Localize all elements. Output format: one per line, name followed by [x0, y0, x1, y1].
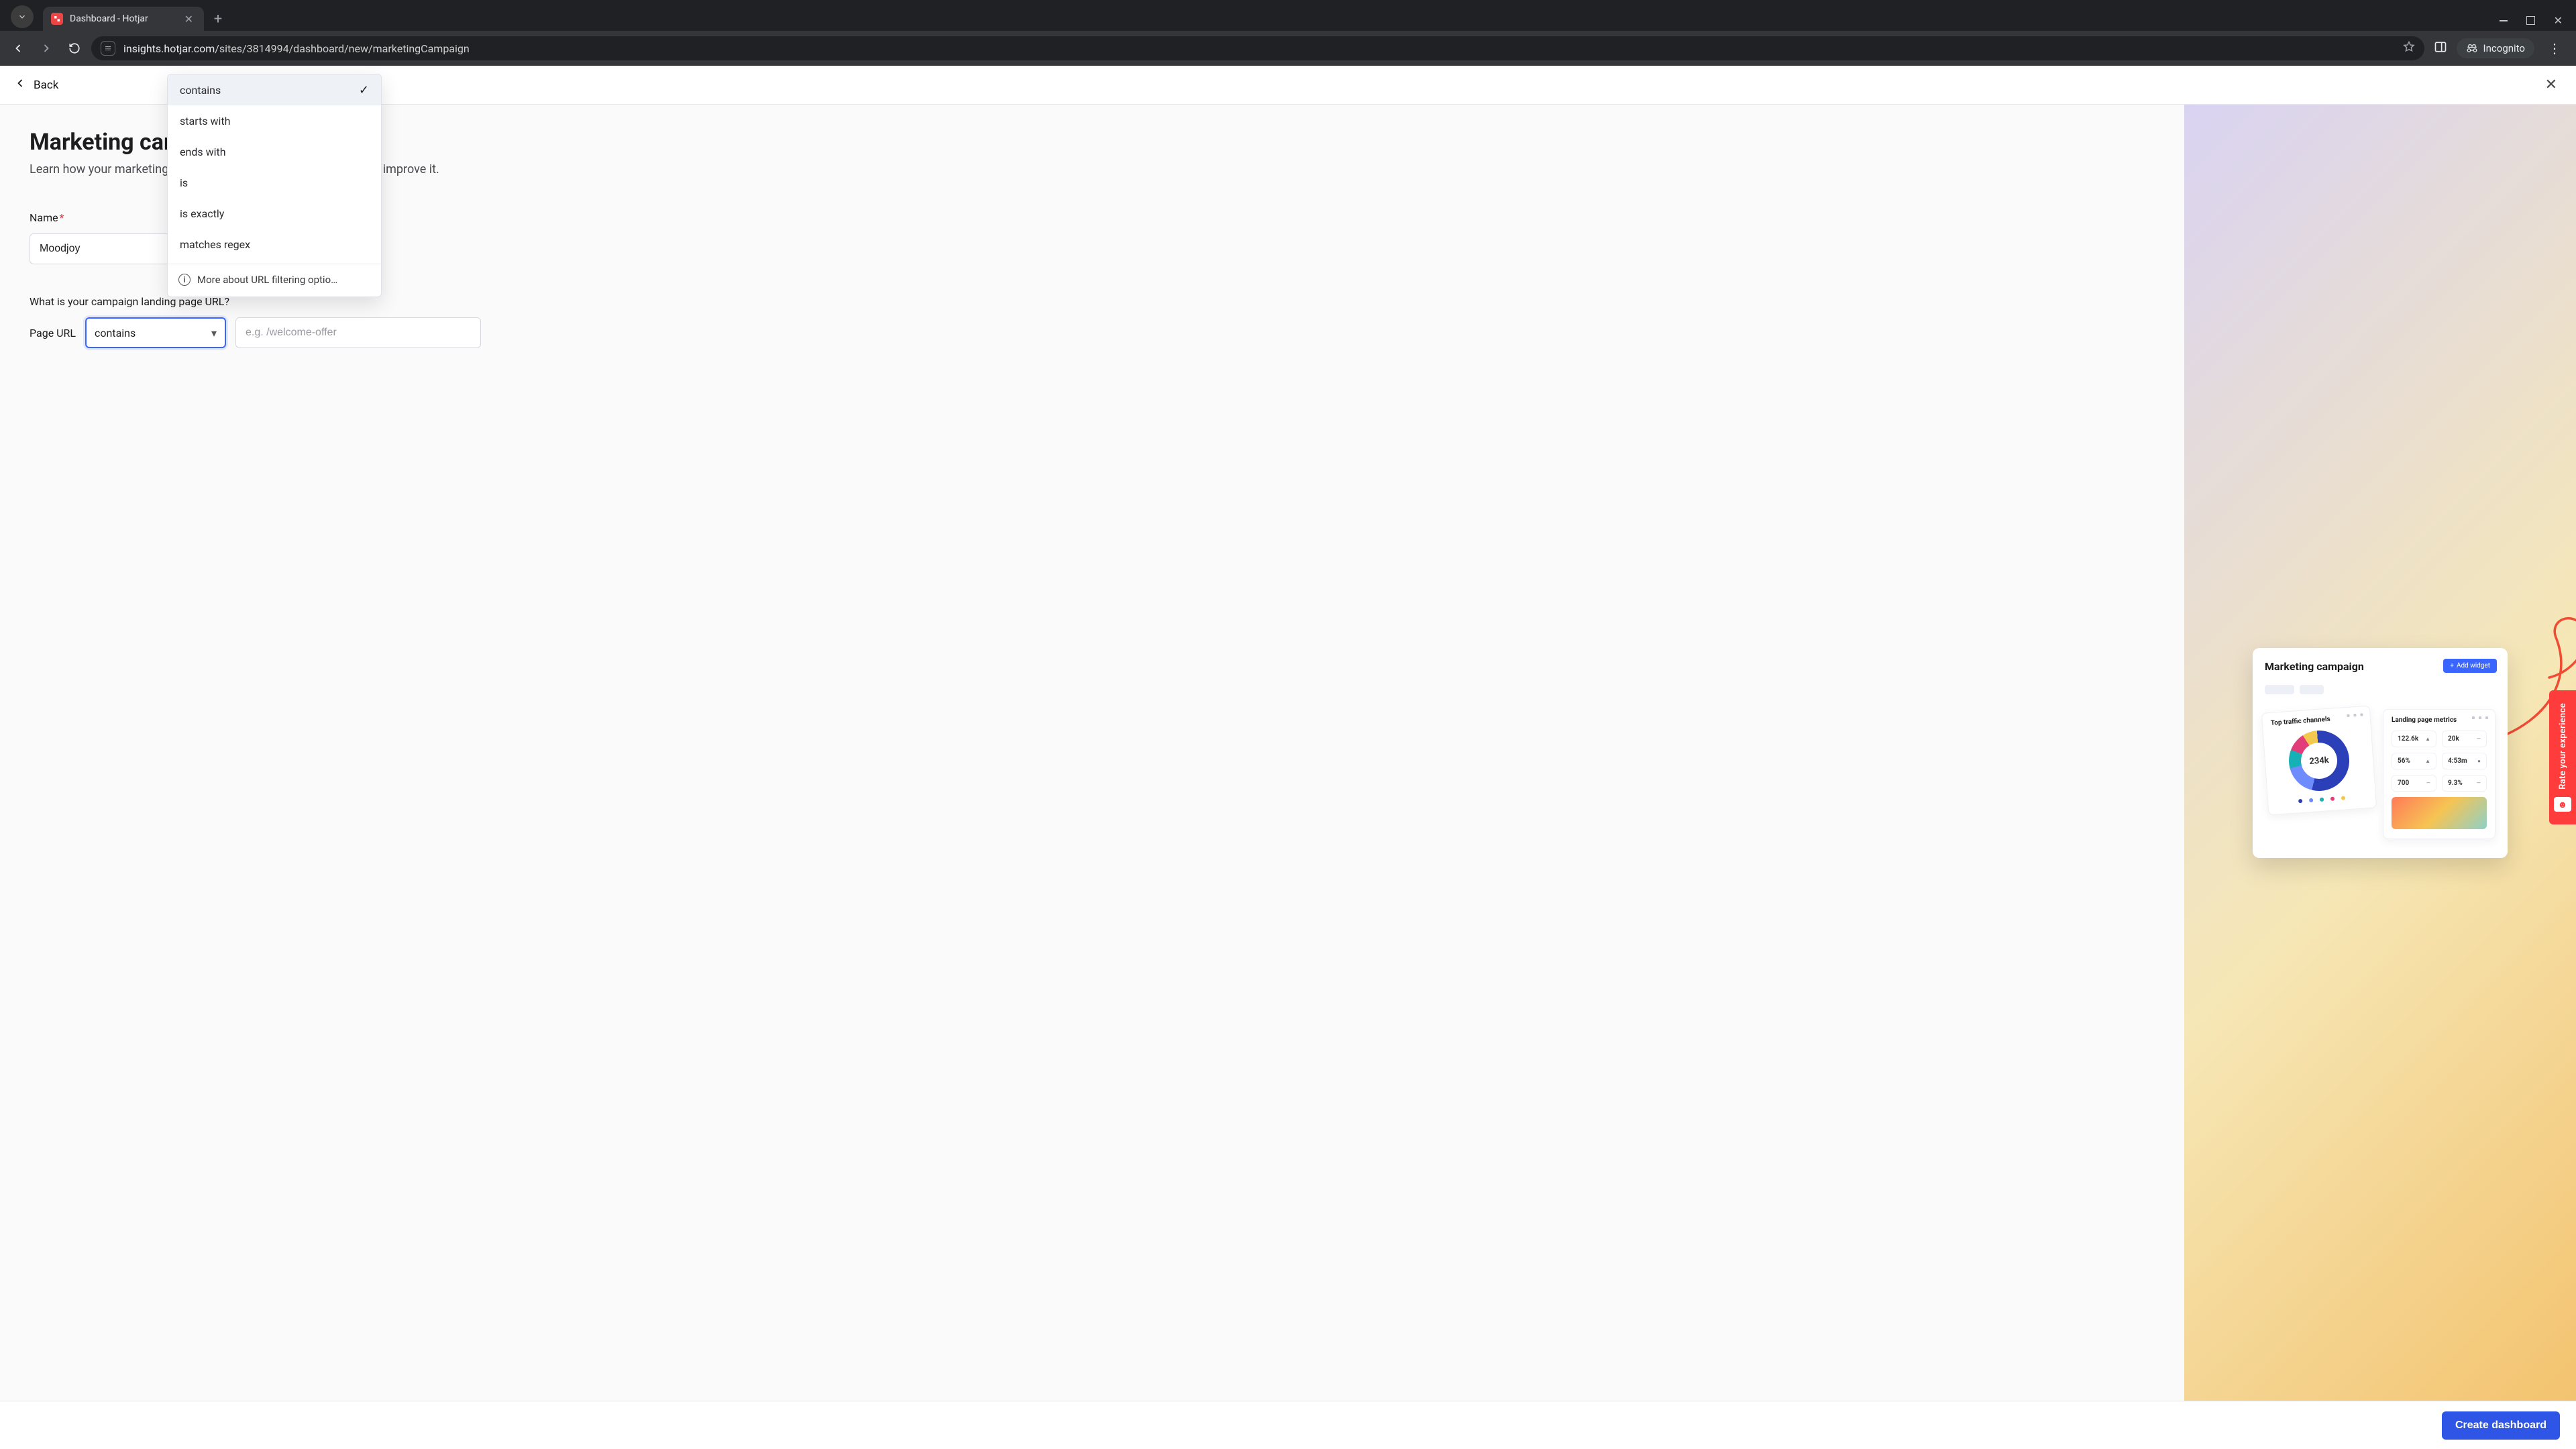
metric-change: —: [2426, 780, 2430, 786]
back-button[interactable]: Back: [13, 76, 58, 93]
browser-toolbar: insights.hotjar.com/sites/3814994/dashbo…: [0, 31, 2576, 66]
dropdown-option-label: starts with: [180, 115, 230, 127]
url-input[interactable]: [235, 317, 481, 348]
dropdown-option[interactable]: starts with: [168, 105, 381, 136]
tab-close-button[interactable]: ✕: [182, 11, 196, 27]
metric-cell: 700 —: [2392, 775, 2436, 792]
preview-pane: Marketing campaign + Add widget Top traf…: [2184, 105, 2576, 1401]
window-minimize-button[interactable]: [2500, 20, 2508, 21]
dropdown-option-label: is: [180, 176, 188, 189]
app-header: Back ✕: [0, 66, 2576, 105]
metric-change: ▲: [2425, 758, 2430, 764]
arrow-left-icon: [13, 76, 27, 93]
metric-change: ●: [2477, 758, 2481, 764]
back-label: Back: [34, 78, 58, 92]
dropdown-option[interactable]: matches regex: [168, 229, 381, 260]
nav-reload-button[interactable]: [63, 37, 86, 60]
dropdown-option-label: contains: [180, 84, 221, 97]
window-close-button[interactable]: ✕: [2554, 14, 2563, 27]
url-match-select-value: contains: [95, 327, 136, 339]
nav-back-button[interactable]: [7, 37, 30, 60]
incognito-label: Incognito: [2483, 42, 2525, 54]
bookmark-star-icon[interactable]: [2403, 41, 2415, 56]
metric-change: —: [2477, 780, 2481, 786]
window-controls: ✕: [2486, 14, 2576, 31]
preview-card: Marketing campaign + Add widget Top traf…: [2253, 648, 2508, 858]
metric-value: 4:53m: [2448, 757, 2467, 765]
metric-change: —: [2477, 736, 2481, 742]
info-icon: i: [178, 274, 191, 286]
dropdown-footer-link[interactable]: i More about URL filtering optio…: [168, 264, 381, 297]
metric-value: 122.6k: [2398, 735, 2418, 743]
feedback-tab[interactable]: Rate your experience ☻: [2549, 690, 2576, 824]
filter-chip: [2265, 685, 2294, 694]
check-icon: ✓: [359, 83, 369, 97]
add-widget-button[interactable]: + Add widget: [2443, 659, 2497, 673]
caret-down-icon: ▾: [211, 327, 217, 339]
form-pane: Marketing campaign Learn how your market…: [0, 105, 2184, 1401]
side-panel-icon[interactable]: [2434, 40, 2447, 56]
metric-value: 56%: [2398, 757, 2410, 765]
footer-bar: Create dashboard: [0, 1401, 2576, 1449]
landing-metrics-card: Landing page metrics 122.6k▲20k—56%▲4:53…: [2383, 709, 2496, 839]
nav-forward-button[interactable]: [35, 37, 58, 60]
donut-chart: 234k: [2287, 728, 2351, 792]
incognito-chip[interactable]: Incognito: [2457, 38, 2534, 58]
dropdown-option[interactable]: ends with: [168, 136, 381, 167]
tab-title: Dashboard - Hotjar: [70, 13, 182, 24]
dropdown-option-label: ends with: [180, 146, 226, 158]
donut-legend: [2276, 794, 2367, 804]
app-viewport: Back ✕ Marketing campaign Learn how your…: [0, 66, 2576, 1449]
dropdown-option-label: is exactly: [180, 207, 224, 220]
metric-change: ▲: [2425, 736, 2430, 742]
metric-value: 9.3%: [2448, 780, 2463, 787]
url-field-label: Page URL: [30, 327, 76, 339]
dropdown-option[interactable]: contains ✓: [168, 74, 381, 105]
metric-gradient: [2392, 797, 2487, 829]
metric-cell: 56% ▲: [2392, 753, 2436, 769]
dropdown-option[interactable]: is exactly: [168, 198, 381, 229]
create-dashboard-button[interactable]: Create dashboard: [2442, 1411, 2560, 1440]
metric-cell: 122.6k ▲: [2392, 731, 2436, 747]
metric-cell: 4:53m ●: [2442, 753, 2487, 769]
header-close-button[interactable]: ✕: [2540, 74, 2563, 96]
browser-tab-active[interactable]: Dashboard - Hotjar ✕: [43, 7, 204, 31]
metric-value: 20k: [2448, 735, 2459, 743]
dropdown-footer-label: More about URL filtering optio…: [197, 274, 337, 286]
plus-icon: +: [2450, 662, 2454, 669]
omnibox-url: insights.hotjar.com/sites/3814994/dashbo…: [123, 42, 2395, 55]
traffic-channels-card: Top traffic channels 234k: [2261, 705, 2377, 815]
new-tab-button[interactable]: +: [208, 9, 228, 29]
tab-search-button[interactable]: [11, 5, 34, 28]
dropdown-option-label: matches regex: [180, 238, 250, 251]
feedback-label: Rate your experience: [2558, 703, 2568, 790]
metric-cell: 9.3% —: [2442, 775, 2487, 792]
window-maximize-button[interactable]: [2526, 16, 2535, 25]
browser-menu-button[interactable]: ⋮: [2544, 38, 2565, 59]
dropdown-option[interactable]: is: [168, 167, 381, 198]
browser-titlebar: Dashboard - Hotjar ✕ + ✕: [0, 0, 2576, 31]
url-match-select[interactable]: contains ▾: [85, 317, 226, 348]
metric-value: 700: [2398, 780, 2409, 787]
metric-cell: 20k —: [2442, 731, 2487, 747]
url-match-dropdown: contains ✓ starts with ends with is is exactl…: [167, 74, 382, 297]
omnibox[interactable]: insights.hotjar.com/sites/3814994/dashbo…: [91, 36, 2424, 60]
site-info-icon[interactable]: [101, 41, 115, 56]
smiley-icon: ☻: [2554, 797, 2571, 812]
tab-favicon: [51, 13, 63, 25]
filter-chip: [2300, 685, 2324, 694]
